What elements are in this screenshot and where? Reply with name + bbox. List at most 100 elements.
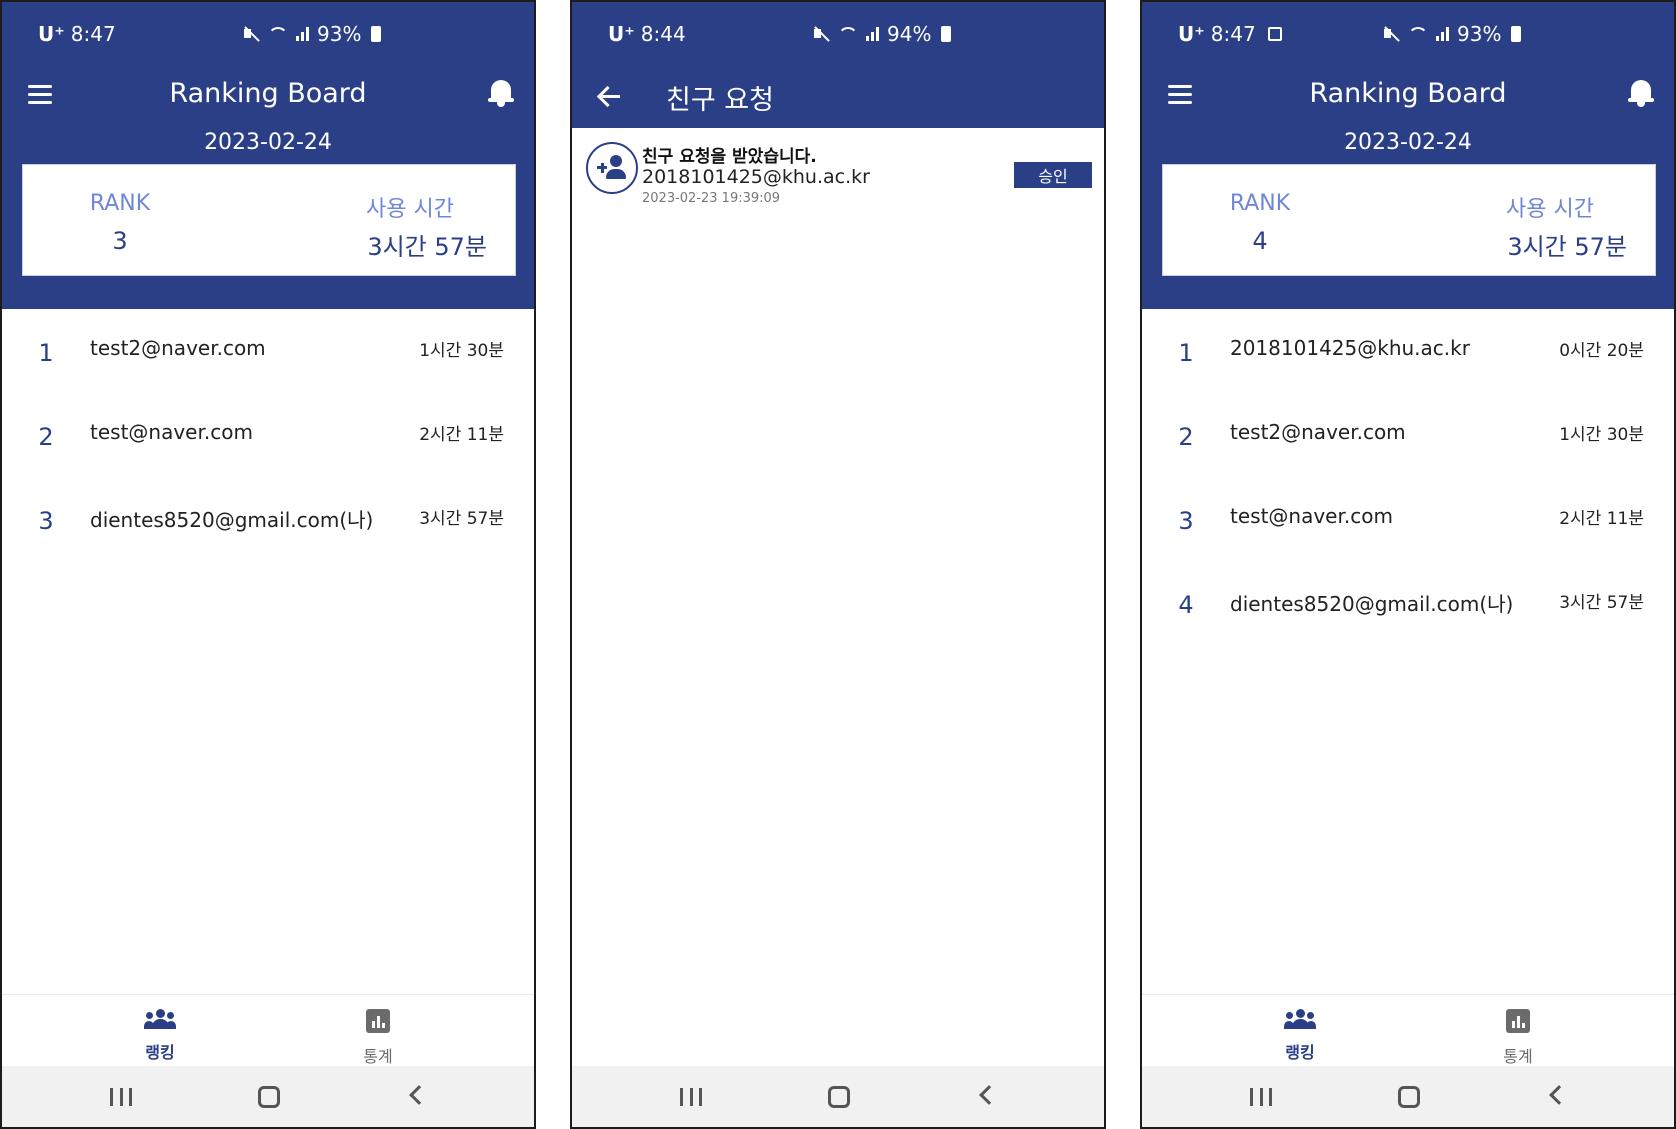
carrier-label: U⁺ [38,22,65,46]
row-rank: 2 [38,423,54,451]
row-email: 2018101425@khu.ac.kr [1230,336,1470,360]
home-icon[interactable] [1398,1086,1420,1108]
ranking-row[interactable]: 2 test2@naver.com 1시간 30분 [1142,393,1674,477]
carrier-label: U⁺ [608,22,635,46]
rank-value: 3 [112,227,128,255]
requester-email: 2018101425@khu.ac.kr [642,166,870,188]
bottom-navigation: 랭킹 통계 [1142,994,1674,1066]
system-back-icon[interactable] [409,1085,429,1105]
ranking-header: 2023-02-24 RANK 4 사용 시간 3시간 57분 [1142,128,1674,309]
row-time: 1시간 30분 [1559,425,1644,445]
ranking-row[interactable]: 1 2018101425@khu.ac.kr 0시간 20분 [1142,309,1674,393]
nav-ranking-label: 랭킹 [145,1043,175,1062]
bell-icon[interactable] [488,78,514,108]
row-rank: 4 [1178,591,1194,619]
mute-icon [1382,25,1400,43]
rank-label: RANK [89,191,151,216]
nav-ranking[interactable]: 랭킹 [100,1009,220,1063]
row-email: dientes8520@gmail.com(나) [90,508,374,532]
signal-icon [296,27,309,41]
rank-label: RANK [1229,191,1291,216]
group-icon [1284,1009,1316,1029]
usage-time-value: 3시간 57분 [367,233,487,261]
row-email: test@naver.com [90,420,253,444]
ranking-list: 1 test2@naver.com 1시간 30분 2 test@naver.c… [2,309,534,561]
row-rank: 1 [38,339,54,367]
system-back-icon[interactable] [979,1085,999,1105]
app-bar: Ranking Board [2,64,534,128]
bar-chart-icon [1506,1009,1530,1033]
approve-button[interactable]: 승인 [1014,162,1092,188]
wifi-icon [838,27,858,41]
clock: 8:47 [1210,22,1256,46]
home-icon[interactable] [828,1086,850,1108]
row-time: 2시간 11분 [1559,509,1644,529]
bottom-navigation: 랭킹 통계 [2,994,534,1066]
row-rank: 2 [1178,423,1194,451]
row-time: 1시간 30분 [419,341,504,361]
battery-percent: 93% [317,22,362,46]
mute-icon [812,25,830,43]
usage-time-value: 3시간 57분 [1507,233,1627,261]
system-back-icon[interactable] [1549,1085,1569,1105]
phone-screen-friend-request: U⁺ 8:44 94% 친구 요청 친구 요청을 받았습니다. 20181014… [570,0,1106,1129]
notification-title: 친구 요청을 받았습니다. [642,147,817,167]
page-title: 친구 요청 [666,85,774,116]
phone-screen-ranking-2: U⁺ 8:47 93% Ranking Board 2023-02-24 RAN… [1140,0,1676,1129]
add-person-icon [586,142,638,194]
status-bar: U⁺ 8:47 93% [1142,2,1674,64]
status-bar: U⁺ 8:44 94% [572,2,1104,64]
ranking-list: 1 2018101425@khu.ac.kr 0시간 20분 2 test2@n… [1142,309,1674,645]
ranking-row[interactable]: 2 test@naver.com 2시간 11분 [2,393,534,477]
page-title: Ranking Board [1309,78,1507,109]
battery-percent: 94% [887,22,932,46]
ranking-header: 2023-02-24 RANK 3 사용 시간 3시간 57분 [2,128,534,309]
bar-chart-icon [366,1009,390,1033]
ranking-row[interactable]: 3 dientes8520@gmail.com(나) 3시간 57분 [2,477,534,561]
nav-stats-label: 통계 [1503,1047,1533,1066]
row-email: test@naver.com [1230,504,1393,528]
app-bar: Ranking Board [1142,64,1674,128]
row-time: 2시간 11분 [419,425,504,445]
request-timestamp: 2023-02-23 19:39:09 [642,191,781,206]
row-rank: 3 [1178,507,1194,535]
gallery-icon [1267,27,1282,41]
wifi-icon [1408,27,1428,41]
row-rank: 3 [38,507,54,535]
rank-value: 4 [1252,227,1268,255]
ranking-row[interactable]: 4 dientes8520@gmail.com(나) 3시간 57분 [1142,561,1674,645]
ranking-date: 2023-02-24 [204,130,332,155]
friend-request-item: 친구 요청을 받았습니다. 2018101425@khu.ac.kr 2023-… [572,128,1104,218]
nav-ranking[interactable]: 랭킹 [1240,1009,1360,1063]
battery-icon [1511,26,1522,42]
mute-icon [242,25,260,43]
signal-icon [866,27,879,41]
back-arrow-icon[interactable] [598,84,622,108]
recents-icon[interactable] [1250,1088,1272,1106]
nav-stats[interactable]: 통계 [318,1009,438,1067]
row-email: test2@naver.com [90,336,266,360]
ranking-row[interactable]: 1 test2@naver.com 1시간 30분 [2,309,534,393]
my-rank-card: RANK 3 사용 시간 3시간 57분 [22,164,516,276]
clock: 8:47 [70,22,116,46]
home-icon[interactable] [258,1086,280,1108]
recents-icon[interactable] [110,1088,132,1106]
nav-stats[interactable]: 통계 [1458,1009,1578,1067]
system-navigation-bar [1142,1066,1674,1127]
clock: 8:44 [640,22,686,46]
system-navigation-bar [572,1066,1104,1127]
page-title: Ranking Board [169,78,367,109]
battery-percent: 93% [1457,22,1502,46]
wifi-icon [268,27,288,41]
recents-icon[interactable] [680,1088,702,1106]
ranking-row[interactable]: 3 test@naver.com 2시간 11분 [1142,477,1674,561]
phone-screen-ranking-1: U⁺ 8:47 93% Ranking Board 2023-02-24 RAN… [0,0,536,1129]
group-icon [144,1009,176,1029]
row-time: 3시간 57분 [419,509,504,529]
status-bar: U⁺ 8:47 93% [2,2,534,64]
battery-icon [371,26,382,42]
bell-icon[interactable] [1628,78,1654,108]
ranking-date: 2023-02-24 [1344,130,1472,155]
usage-time-label: 사용 시간 [1506,197,1594,222]
row-email: dientes8520@gmail.com(나) [1230,592,1514,616]
